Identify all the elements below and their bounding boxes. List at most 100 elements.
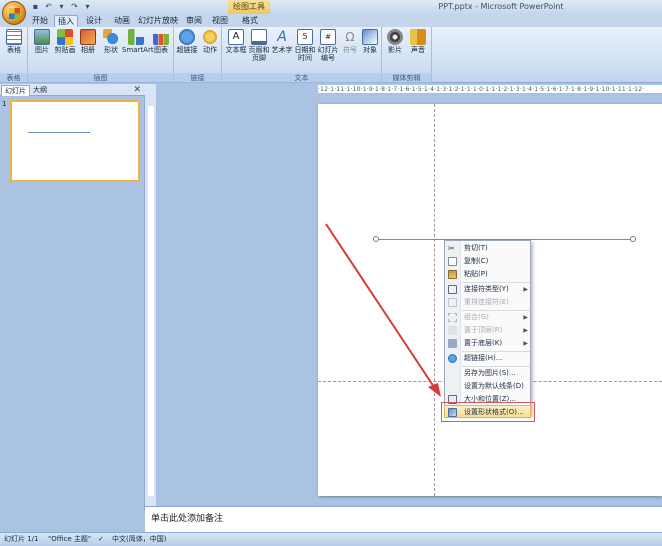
status-slide: 幻灯片 1/1 (4, 535, 39, 543)
tab-slides[interactable]: 幻灯片 (1, 85, 30, 96)
arrow-shaft (325, 223, 437, 391)
action-icon (202, 29, 218, 45)
tab-review[interactable]: 审阅 (182, 15, 206, 27)
clipart-button[interactable]: 剪贴画 (53, 29, 77, 54)
sound-icon (410, 29, 426, 45)
menu-connector-type[interactable]: 连接符类型(Y) ▶ (445, 283, 532, 296)
vertical-ruler (145, 84, 157, 510)
spellcheck-icon[interactable]: ✓ (98, 533, 104, 546)
highlight-box (441, 402, 535, 422)
menu-copy[interactable]: 复制(C) (445, 255, 532, 268)
header-footer-button[interactable]: 页眉和页脚 (247, 29, 271, 62)
paste-icon (448, 270, 457, 279)
group-links: 超链接 动作 链接 (174, 27, 222, 83)
slide-number: 1 (2, 100, 7, 108)
submenu-arrow-icon: ▶ (523, 327, 528, 334)
tab-view[interactable]: 视图 (208, 15, 232, 27)
album-icon (80, 29, 96, 45)
group-media: 影片 声音 媒体剪辑 (382, 27, 432, 83)
group-text: A 文本框 页眉和页脚 A 艺术字 5 日期和时间 # 幻灯片编号 Ω 符号 对… (222, 27, 382, 83)
smartart-button[interactable]: SmartArt (122, 29, 154, 54)
tab-animation[interactable]: 动画 (110, 15, 134, 27)
symbol-icon: Ω (345, 30, 355, 44)
picture-button[interactable]: 图片 (30, 29, 54, 54)
wordart-icon: A (277, 29, 287, 45)
movie-button[interactable]: 影片 (383, 29, 407, 54)
status-language[interactable]: 中文(简体，中国) (112, 533, 166, 546)
menu-cut[interactable]: ✂ 剪切(T) (445, 242, 532, 255)
submenu-arrow-icon: ▶ (523, 286, 528, 293)
reroute-icon (448, 298, 457, 307)
album-button[interactable]: 相册 (76, 29, 100, 54)
hyperlink-button[interactable]: 超链接 (175, 29, 199, 54)
submenu-arrow-icon: ▶ (523, 314, 528, 321)
tab-outline[interactable]: 大纲 (30, 85, 50, 96)
tab-design[interactable]: 设计 (82, 15, 106, 27)
menu-send-back[interactable]: 置于底层(K) ▶ (445, 337, 532, 350)
ribbon: 表格 表格 图片 剪贴画 相册 形状 SmartArt 图表 插图 超链接 动作… (0, 27, 662, 83)
slide-thumbnail[interactable] (10, 100, 140, 182)
copy-icon (448, 257, 457, 266)
action-button[interactable]: 动作 (198, 29, 222, 54)
shapes-icon (103, 29, 119, 45)
textbox-icon: A (228, 29, 244, 45)
slide-number-icon: # (320, 29, 336, 45)
window-title: PPT.pptx - Microsoft PowerPoint (438, 2, 564, 11)
horizontal-ruler: ·12·1·11·1·10·1·9·1·8·1·7·1·6·1·5·1·4·1·… (318, 85, 662, 94)
chart-button[interactable]: 图表 (149, 29, 173, 54)
group-icon (448, 313, 457, 322)
wordart-button[interactable]: A 艺术字 (270, 29, 294, 54)
group-tables: 表格 表格 (0, 27, 28, 83)
tab-format[interactable]: 格式 (238, 15, 262, 27)
panel-tabs: 幻灯片 大纲 ✕ (0, 84, 145, 96)
movie-icon (387, 29, 403, 45)
table-button[interactable]: 表格 (2, 29, 26, 54)
object-button[interactable]: 对象 (358, 29, 382, 54)
menu-group[interactable]: 组合(G) ▶ (445, 311, 532, 324)
menu-hyperlink[interactable]: 超链接(H)... (445, 352, 532, 365)
close-icon[interactable]: ✕ (133, 84, 141, 96)
slide-number-button[interactable]: # 幻灯片编号 (316, 29, 340, 62)
annotation-arrow (325, 223, 441, 397)
menu-reroute[interactable]: 重排连接符(E) (445, 296, 532, 309)
group-illustrations: 图片 剪贴画 相册 形状 SmartArt 图表 插图 (28, 27, 174, 83)
submenu-arrow-icon: ▶ (523, 340, 528, 347)
hyperlink-icon (448, 354, 457, 363)
textbox-button[interactable]: A 文本框 (224, 29, 248, 54)
shapes-button[interactable]: 形状 (99, 29, 123, 54)
datetime-button[interactable]: 5 日期和时间 (293, 29, 317, 62)
chart-icon (153, 29, 169, 45)
notes-placeholder: 单击此处添加备注 (151, 514, 224, 524)
send-back-icon (448, 339, 457, 348)
slides-panel: 幻灯片 大纲 ✕ 1 (0, 84, 145, 510)
scissors-icon: ✂ (448, 244, 455, 253)
sound-button[interactable]: 声音 (406, 29, 430, 54)
hyperlink-icon (179, 29, 195, 45)
datetime-icon: 5 (297, 29, 313, 45)
menu-bring-front[interactable]: 置于顶层(R) ▶ (445, 324, 532, 337)
object-icon (362, 29, 378, 45)
status-bar: 幻灯片 1/1 "Office 主题" ✓ 中文(简体，中国) (0, 532, 662, 546)
office-button[interactable] (2, 1, 26, 25)
picture-icon (34, 29, 50, 45)
thumbnail-line (28, 132, 90, 133)
menu-set-default-line[interactable]: 设置为默认线条(D) (445, 380, 532, 393)
line-handle-end[interactable] (630, 236, 636, 242)
menu-paste[interactable]: 粘贴(P) (445, 268, 532, 281)
clipart-icon (57, 29, 73, 45)
tab-insert[interactable]: 插入 (54, 15, 78, 27)
table-icon (6, 29, 22, 45)
context-menu: ✂ 剪切(T) 复制(C) 粘贴(P) 连接符类型(Y) ▶ 重排连接符(E) … (444, 240, 531, 415)
smartart-icon (128, 29, 144, 45)
notes-pane[interactable]: 单击此处添加备注 (145, 506, 662, 532)
status-theme: "Office 主题" (48, 535, 92, 543)
title-bar: ▪ ↶ ▾ ↷ ▾ 绘图工具 PPT.pptx - Microsoft Powe… (0, 0, 662, 14)
ribbon-tabs: 开始 插入 设计 动画 幻灯片放映 审阅 视图 格式 (0, 14, 662, 27)
tab-home[interactable]: 开始 (28, 15, 52, 27)
connector-icon (448, 285, 457, 294)
arrow-head (428, 383, 441, 397)
header-footer-icon (251, 29, 267, 45)
bring-front-icon (448, 326, 457, 335)
menu-save-as-picture[interactable]: 另存为图片(S)... (445, 367, 532, 380)
tab-slideshow[interactable]: 幻灯片放映 (136, 15, 180, 27)
